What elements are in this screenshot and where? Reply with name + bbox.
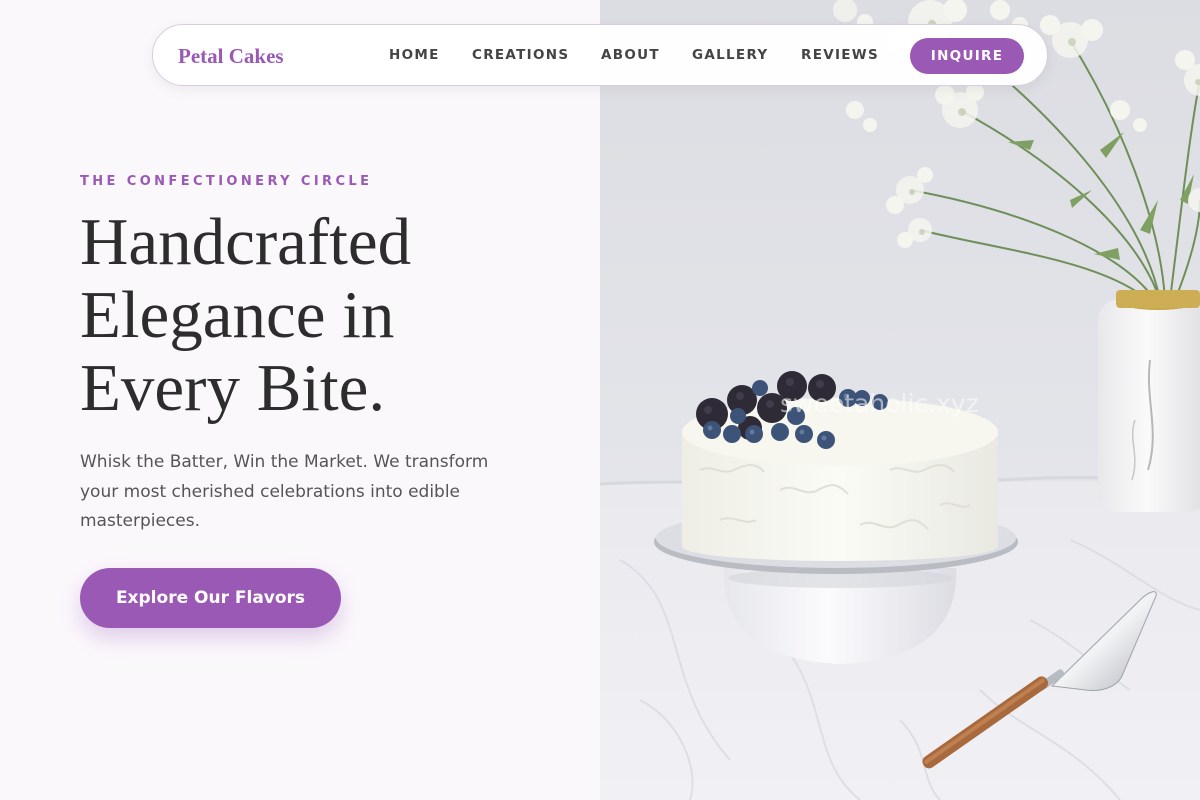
brand-logo[interactable]: Petal Cakes [178, 44, 284, 69]
cake-photo-illustration: sweetaholic.xyz [600, 0, 1200, 800]
explore-flavors-button[interactable]: Explore Our Flavors [80, 568, 341, 628]
hero-photo: sweetaholic.xyz [600, 0, 1200, 800]
headline-line: Elegance in [80, 278, 395, 352]
nav-link-home[interactable]: HOME [389, 47, 440, 63]
hero-section: THE CONFECTIONERY CIRCLE Handcrafted Ele… [0, 0, 600, 800]
hero-subtext: Whisk the Batter, Win the Market. We tra… [80, 452, 489, 531]
watermark-text: sweetaholic.xyz [780, 389, 979, 418]
nav-link-about[interactable]: ABOUT [601, 47, 660, 63]
headline-line: Every Bite. [80, 351, 386, 425]
nav-link-creations[interactable]: CREATIONS [472, 47, 569, 63]
inquire-button[interactable]: INQUIRE [910, 38, 1024, 74]
nav-link-gallery[interactable]: GALLERY [692, 47, 769, 63]
hero-headline: Handcrafted Elegance in Every Bite. [80, 206, 550, 425]
nav-link-reviews[interactable]: REVIEWS [801, 47, 879, 63]
headline-line: Handcrafted [80, 205, 412, 279]
hero-eyebrow: THE CONFECTIONERY CIRCLE [80, 174, 373, 189]
top-nav: Petal Cakes HOME CREATIONS ABOUT GALLERY… [152, 24, 1048, 86]
